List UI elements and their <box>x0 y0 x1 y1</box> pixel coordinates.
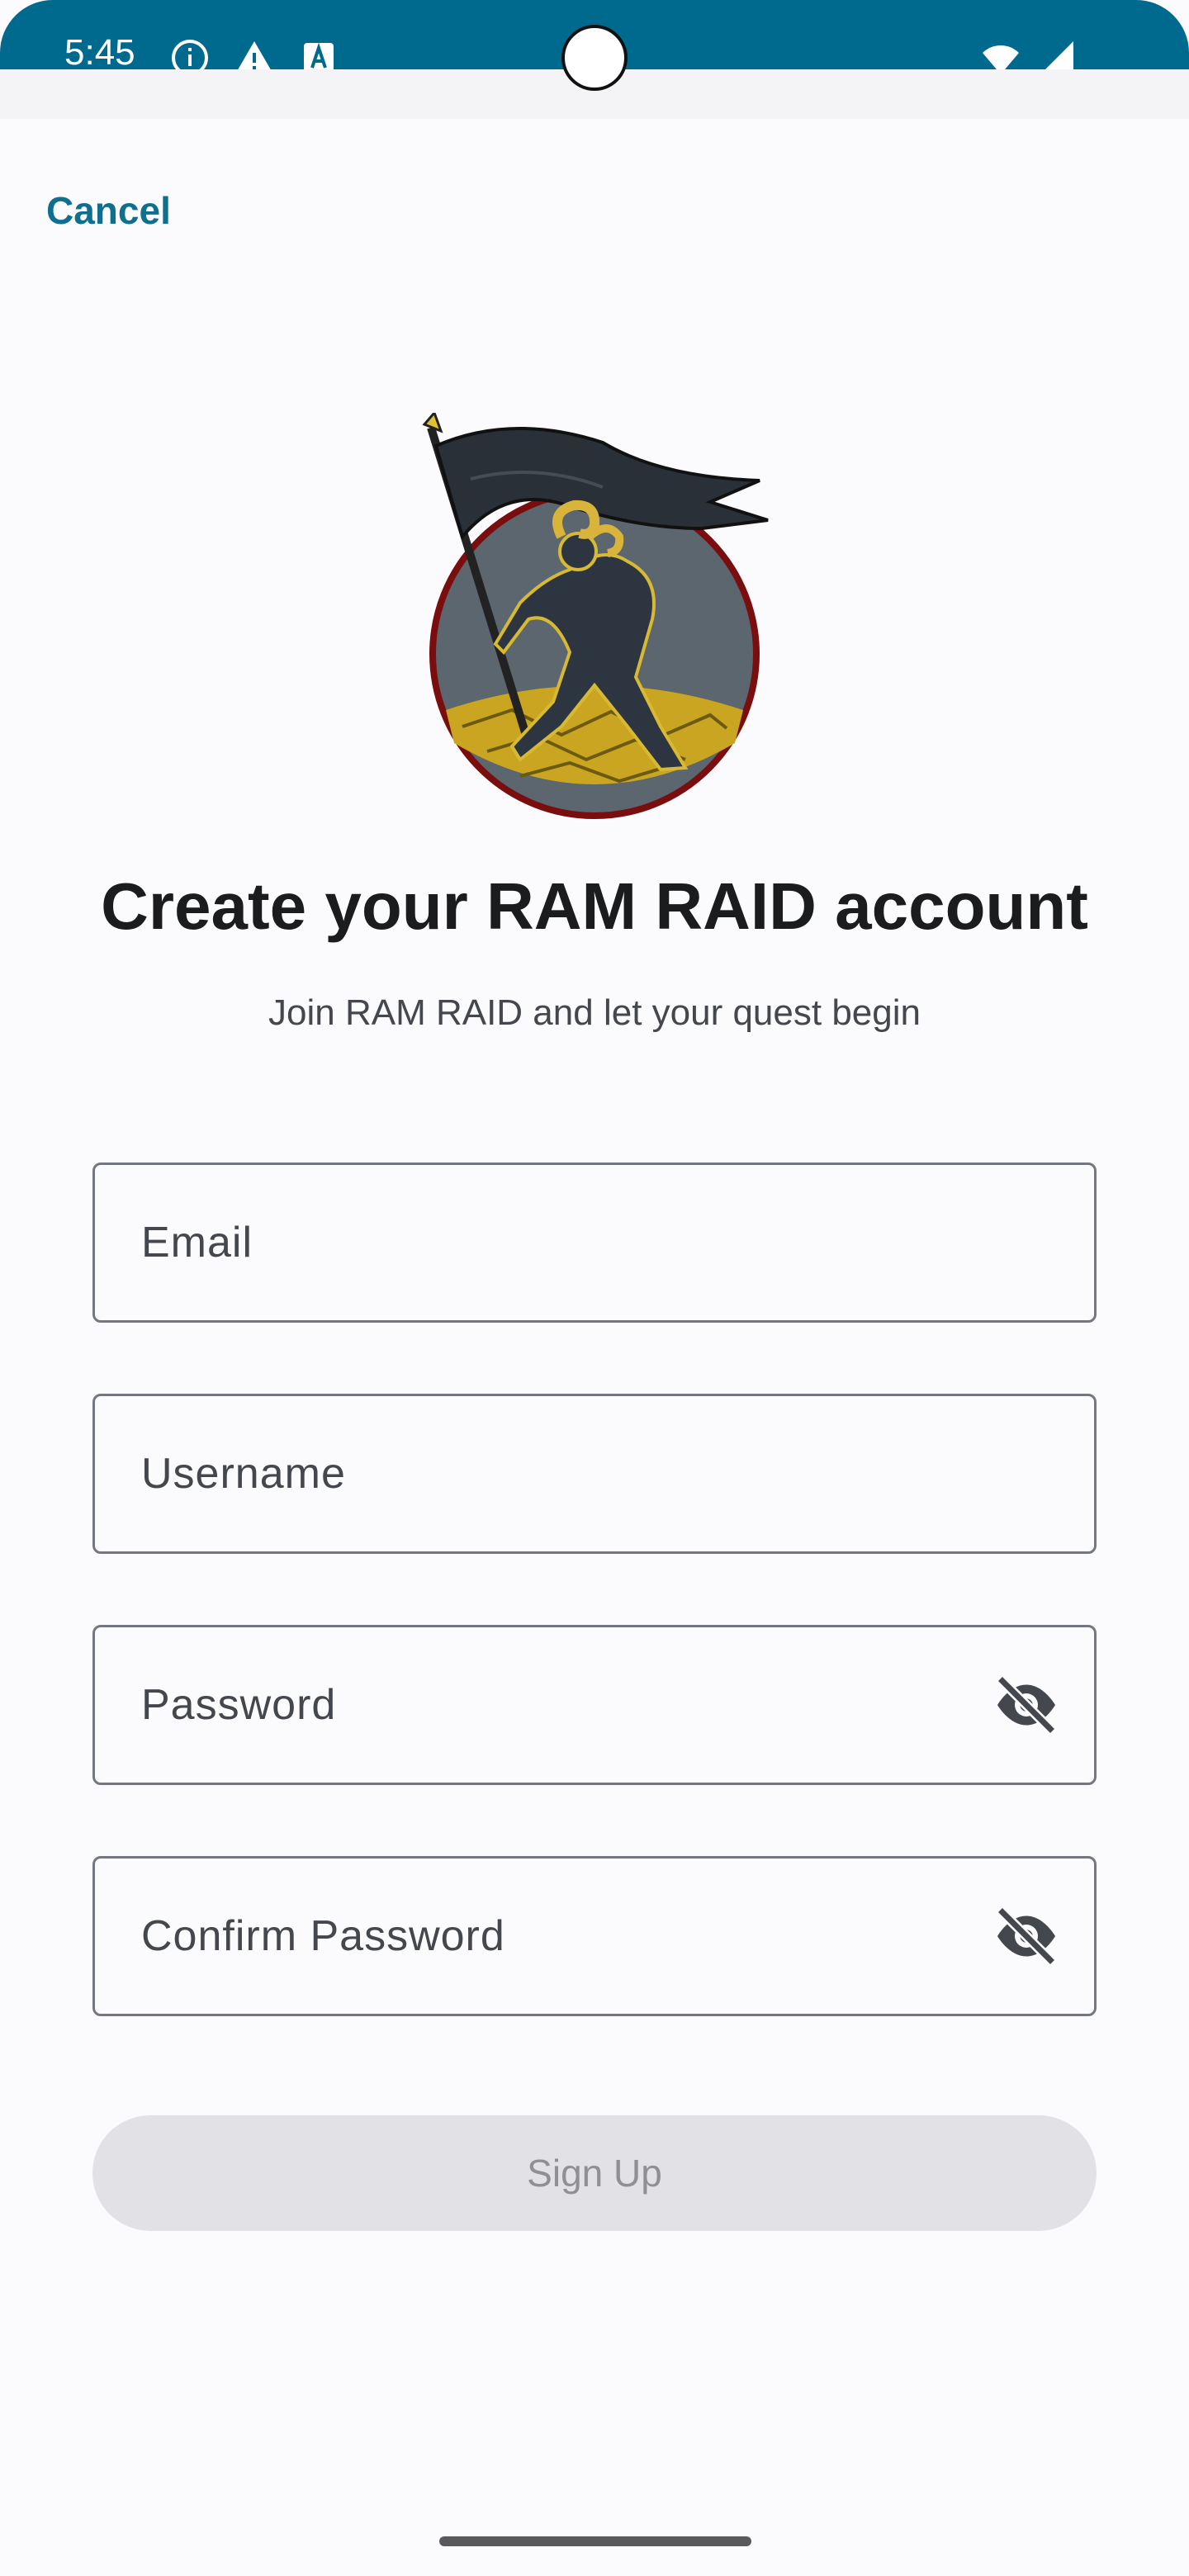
email-field-label: Email <box>141 1219 253 1267</box>
alert-icon <box>238 41 271 69</box>
sign-up-screen: 5:45 Cancel Create your RAM RAID account… <box>0 0 1189 2576</box>
username-field-label: Username <box>141 1450 346 1498</box>
wifi-icon <box>983 45 1019 69</box>
password-visibility-toggle-icon[interactable] <box>992 1670 1061 1740</box>
camera-cutout <box>561 25 628 91</box>
ram-flag-logo <box>422 413 769 819</box>
cancel-button[interactable]: Cancel <box>46 188 171 233</box>
info-icon <box>172 40 208 69</box>
confirm-password-field[interactable]: Confirm Password <box>92 1856 1097 2016</box>
email-field[interactable]: Email <box>92 1163 1097 1323</box>
confirm-password-visibility-toggle-icon[interactable] <box>992 1901 1061 1971</box>
status-time: 5:45 <box>64 32 135 70</box>
username-field[interactable]: Username <box>92 1394 1097 1554</box>
password-field[interactable]: Password <box>92 1625 1097 1785</box>
sign-up-button[interactable]: Sign Up <box>92 2115 1097 2231</box>
password-field-label: Password <box>141 1681 337 1729</box>
page-subtitle: Join RAM RAID and let your quest begin <box>268 992 921 1033</box>
a-badge-icon <box>304 42 334 69</box>
page-title: Create your RAM RAID account <box>101 869 1088 943</box>
signal-icon <box>1045 41 1073 69</box>
home-indicator[interactable] <box>439 2536 751 2546</box>
confirm-password-field-label: Confirm Password <box>141 1912 505 1960</box>
